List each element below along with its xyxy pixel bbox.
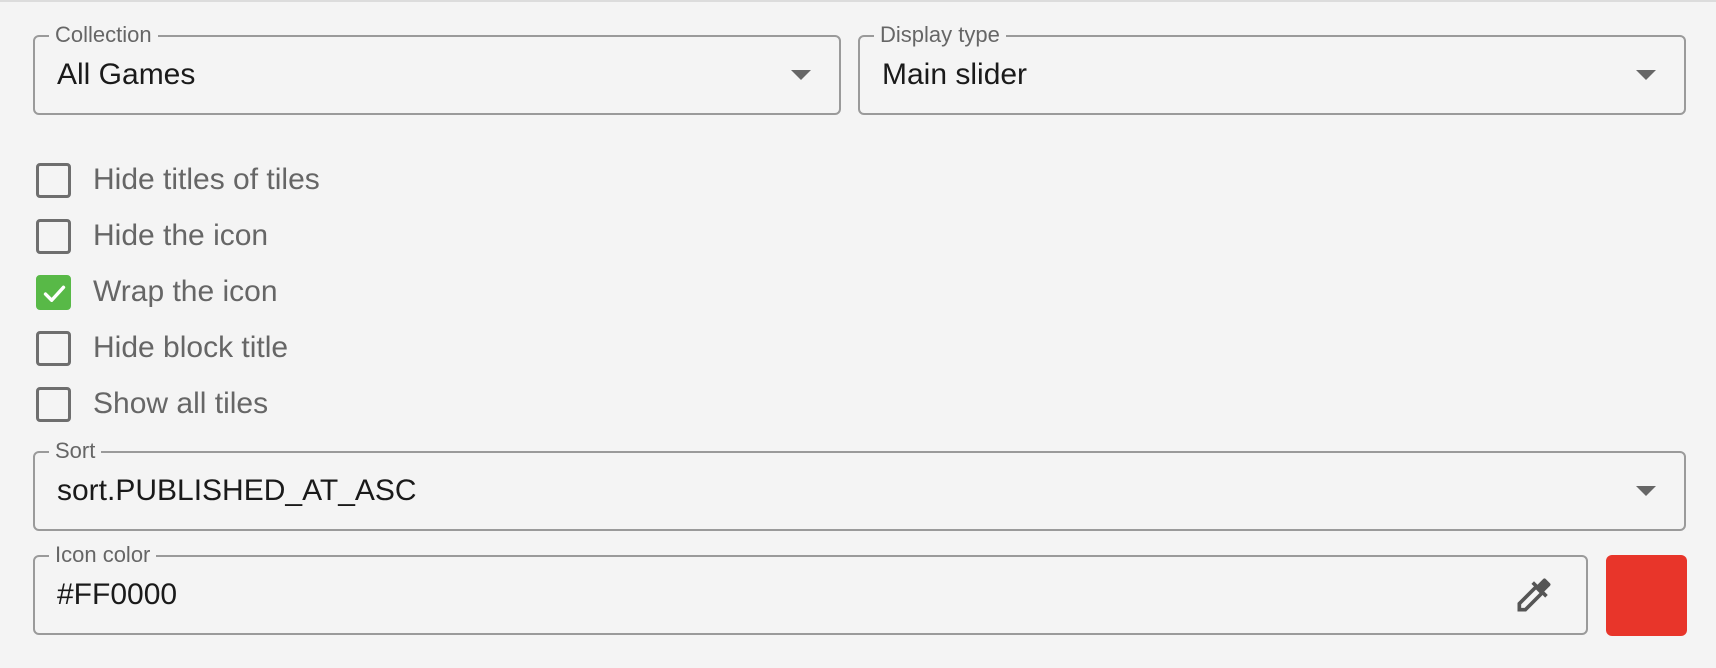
icon-color-value[interactable]: #FF0000: [57, 578, 177, 612]
checkbox-box[interactable]: [36, 386, 71, 422]
checkbox-box[interactable]: [36, 274, 71, 310]
chevron-down-icon[interactable]: [791, 70, 811, 80]
display-type-select[interactable]: Display type Main slider: [858, 22, 1686, 115]
checkbox-hide-icon[interactable]: Hide the icon: [36, 214, 268, 258]
checkbox-wrap-icon[interactable]: Wrap the icon: [36, 270, 278, 314]
collection-value: All Games: [57, 58, 196, 91]
checkbox-label: Hide the icon: [93, 219, 269, 252]
sort-value: sort.PUBLISHED_AT_ASC: [57, 474, 417, 507]
icon-color-label: Icon color: [49, 542, 157, 568]
display-type-value: Main slider: [882, 58, 1028, 91]
icon-color-input[interactable]: Icon color #FF0000: [33, 542, 1588, 635]
sort-select[interactable]: Sort sort.PUBLISHED_AT_ASC: [33, 438, 1686, 531]
checkbox-label: Wrap the icon: [93, 275, 278, 308]
checkbox-label: Hide titles of tiles: [93, 163, 320, 196]
checkbox-show-all-tiles[interactable]: Show all tiles: [36, 382, 268, 426]
checkbox-hide-tile-titles[interactable]: Hide titles of tiles: [36, 158, 320, 202]
sort-label: Sort: [49, 438, 102, 464]
checkbox-hide-block-title[interactable]: Hide block title: [36, 326, 288, 370]
checkbox-label: Show all tiles: [93, 387, 269, 420]
block-settings-form: Collection All Games Display type Main s…: [0, 0, 1716, 668]
eyedropper-icon[interactable]: [1512, 573, 1556, 617]
collection-label: Collection: [49, 22, 158, 48]
checkbox-box[interactable]: [36, 218, 71, 254]
chevron-down-icon[interactable]: [1636, 70, 1656, 80]
display-type-label: Display type: [874, 22, 1006, 48]
checkmark-icon: [43, 285, 66, 302]
collection-select[interactable]: Collection All Games: [33, 22, 841, 115]
checkbox-label: Hide block title: [93, 331, 289, 364]
color-swatch[interactable]: [1606, 555, 1687, 636]
chevron-down-icon[interactable]: [1636, 486, 1656, 496]
checkbox-box[interactable]: [36, 162, 71, 198]
checkbox-box[interactable]: [36, 330, 71, 366]
